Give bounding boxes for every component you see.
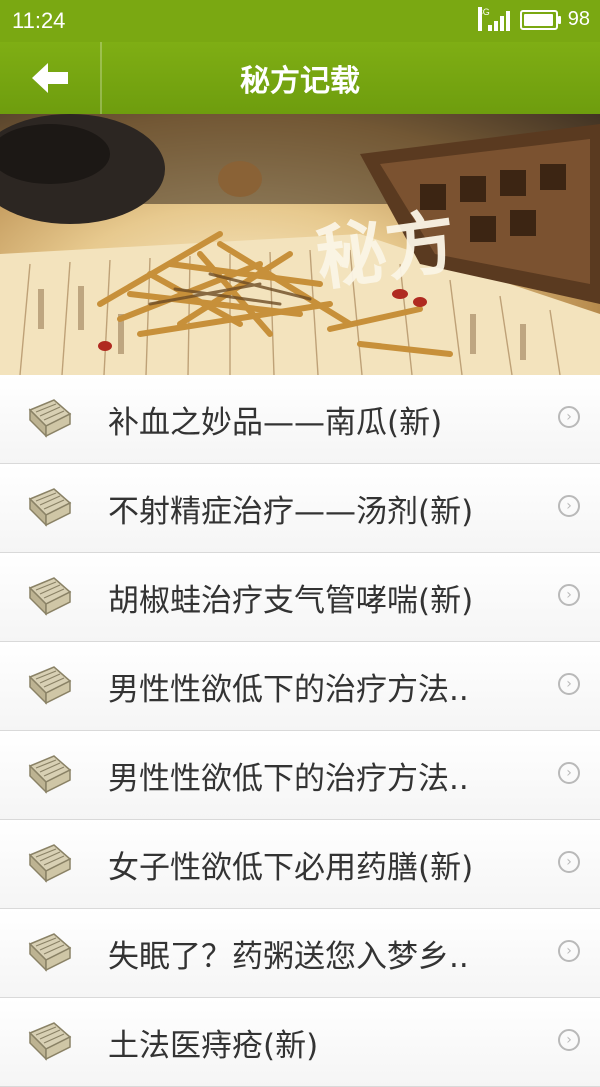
list-item[interactable]: 土法医痔疮(新) › [0, 998, 600, 1087]
scroll-book-icon [26, 396, 72, 440]
list-item[interactable]: 失眠了？药粥送您入梦乡.. › [0, 909, 600, 998]
scroll-book-icon [26, 663, 72, 707]
network-type: 3G [477, 6, 490, 31]
battery-level [523, 13, 554, 26]
list-item-title: 男性性欲低下的治疗方法.. [108, 760, 469, 797]
chevron-right-circle-icon: › [558, 940, 580, 962]
scroll-book-icon [26, 930, 72, 974]
back-button[interactable] [0, 42, 100, 114]
banner-image: 秘方 [0, 114, 600, 375]
status-time: 11:24 [12, 8, 66, 33]
recipe-list: 补血之妙品——南瓜(新) › 不射精症治疗——汤剂(新) › 胡椒蛙治疗支气管哮… [0, 375, 600, 1087]
chevron-right-circle-icon: › [558, 584, 580, 606]
chevron-right-circle-icon: › [558, 406, 580, 428]
battery-percent: 98 [567, 8, 590, 30]
scroll-book-icon [26, 1019, 72, 1063]
list-item-title: 失眠了？药粥送您入梦乡.. [108, 938, 469, 975]
list-item[interactable]: 不射精症治疗——汤剂(新) › [0, 464, 600, 553]
list-item-title: 胡椒蛙治疗支气管哮喘(新) [108, 582, 474, 619]
chevron-right-circle-icon: › [558, 1029, 580, 1051]
chevron-right-circle-icon: › [558, 673, 580, 695]
banner-illustration: 秘方 [0, 114, 600, 375]
chevron-right-circle-icon: › [558, 762, 580, 784]
list-item-title: 男性性欲低下的治疗方法.. [108, 671, 469, 708]
list-item[interactable]: 女子性欲低下必用药膳(新) › [0, 820, 600, 909]
title-bar: 秘方记载 [0, 42, 600, 114]
header-divider [100, 42, 102, 114]
scroll-book-icon [26, 485, 72, 529]
status-indicators: 3G 98 [477, 6, 590, 31]
scroll-book-icon [26, 752, 72, 796]
list-item-title: 不射精症治疗——汤剂(新) [108, 493, 474, 530]
arrow-left-icon [32, 63, 68, 93]
list-item-title: 补血之妙品——南瓜(新) [108, 404, 443, 441]
list-item[interactable]: 男性性欲低下的治疗方法.. › [0, 731, 600, 820]
list-item-title: 女子性欲低下必用药膳(新) [108, 849, 474, 886]
list-item[interactable]: 胡椒蛙治疗支气管哮喘(新) › [0, 553, 600, 642]
status-bar: 11:24 3G 98 [0, 0, 600, 42]
chevron-right-circle-icon: › [558, 851, 580, 873]
signal-icon: 3G [477, 6, 510, 31]
list-item[interactable]: 男性性欲低下的治疗方法.. › [0, 642, 600, 731]
scroll-book-icon [26, 574, 72, 618]
list-item[interactable]: 补血之妙品——南瓜(新) › [0, 375, 600, 464]
scroll-book-icon [26, 841, 72, 885]
chevron-right-circle-icon: › [558, 495, 580, 517]
battery-icon [519, 9, 561, 30]
list-item-title: 土法医痔疮(新) [108, 1027, 319, 1064]
